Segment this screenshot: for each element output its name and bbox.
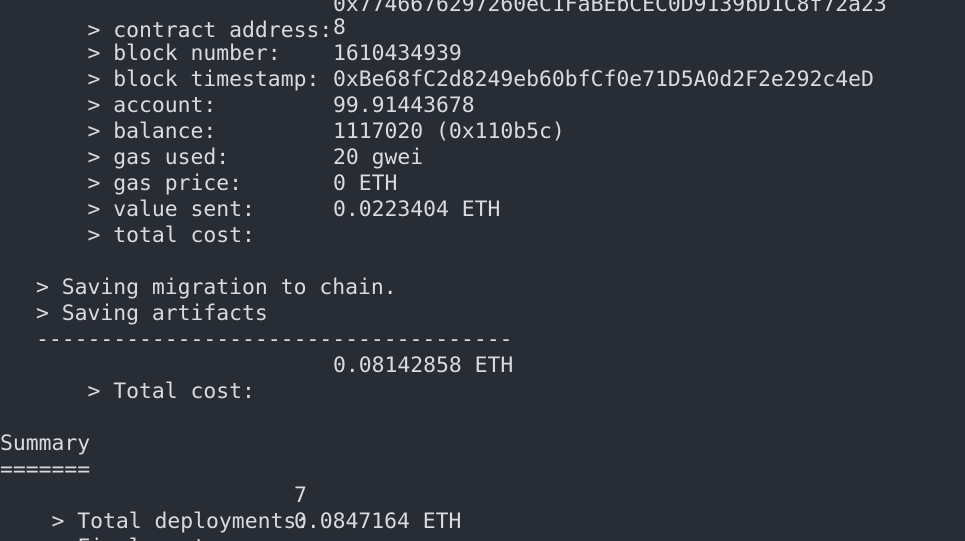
migration-total-cost: > Total cost: 0.08142858 ETH — [36, 353, 514, 404]
detail-key: > total cost: — [87, 223, 255, 248]
detail-gas-price: > gas price: 20 gwei — [36, 145, 424, 196]
total-deployments-value: 7 — [294, 483, 307, 508]
detail-account: > account: 0xBe68fC2d8249eb60bfCf0e71D5A… — [36, 67, 874, 118]
saving-migration-line: > Saving migration to chain. — [36, 275, 397, 300]
detail-value: 99.91443678 — [333, 93, 475, 118]
detail-value: 1117020 (0x110b5c) — [333, 119, 565, 144]
final-cost-value: 0.0847164 ETH — [294, 509, 462, 534]
detail-block-timestamp: > block timestamp: 1610434939 — [36, 41, 462, 92]
detail-value: 20 gwei — [333, 145, 424, 170]
detail-value: 0.0223404 ETH — [333, 197, 501, 222]
total-cost-value: 0.08142858 ETH — [333, 353, 514, 378]
terminal-output: > contract address: 0x7746676297260eC1Fa… — [0, 0, 965, 541]
summary-final-cost: > Final cost: 0.0847164 ETH — [0, 509, 462, 541]
summary-title: Summary — [0, 431, 91, 456]
detail-value-sent: > value sent: 0 ETH — [36, 171, 398, 222]
separator-line: ------------------------------------- — [36, 327, 513, 352]
detail-balance: > balance: 99.91443678 — [36, 93, 475, 144]
final-cost-key: > Final cost: — [52, 535, 219, 541]
total-cost-key: > Total cost: — [87, 379, 255, 404]
summary-underline: ======= — [0, 457, 91, 482]
saving-artifacts-line: > Saving artifacts — [36, 301, 268, 326]
detail-value: 8 — [333, 15, 346, 40]
detail-value: 1610434939 — [333, 41, 462, 66]
detail-block-number: > block number: 8 — [36, 15, 346, 66]
detail-total-cost: > total cost: 0.0223404 ETH — [36, 197, 501, 248]
summary-total-deployments: > Total deployments: 7 — [0, 483, 310, 534]
detail-value: 0xBe68fC2d8249eb60bfCf0e71D5A0d2F2e292c4… — [333, 67, 874, 92]
detail-value: 0 ETH — [333, 171, 398, 196]
detail-gas-used: > gas used: 1117020 (0x110b5c) — [36, 119, 565, 170]
detail-value: 0x7746676297260eC1FaBEbCEC0D9139bD1C8f72… — [333, 0, 887, 17]
